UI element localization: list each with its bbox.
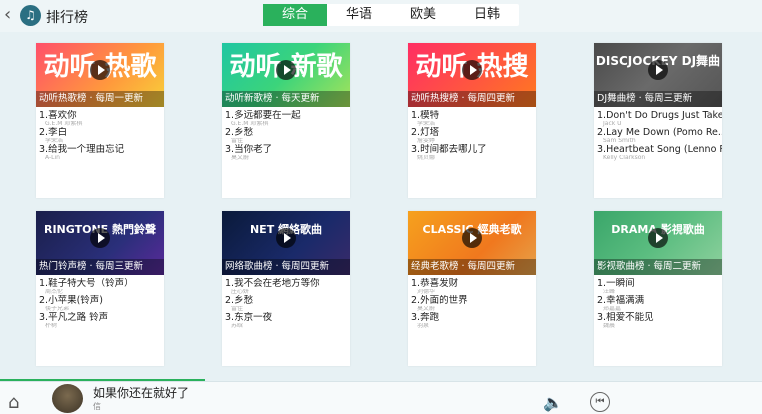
list-item[interactable]: 1.我不会在老地方等你 庄心妍 (225, 278, 350, 295)
chart-cover[interactable]: 动听 新歌 动听新歌榜 · 每天更新 (222, 43, 350, 107)
list-item[interactable]: 1.模特 李荣浩 (411, 110, 536, 127)
list-item[interactable]: 1.鞋子特大号（铃声） 周杰伦 (39, 278, 164, 295)
chart-cover[interactable]: NET 網絡歌曲 网络歌曲榜 · 每周四更新 (222, 211, 350, 275)
list-item[interactable]: 2.小苹果(铃声) 筷子兄弟 (39, 295, 164, 312)
avatar[interactable] (52, 384, 83, 413)
list-item[interactable]: 1.Don't Do Drugs Just Take... Jack U (597, 110, 722, 127)
chart-cover[interactable]: 动听 热搜 动听热搜榜 · 每周四更新 (408, 43, 536, 107)
play-icon[interactable] (276, 60, 296, 80)
list-item[interactable]: 2.Lay Me Down (Pomo Re... Sam Smith (597, 127, 722, 144)
tab-huayu[interactable]: 华语 (327, 4, 391, 26)
list-item[interactable]: 2.李白 李荣浩 (39, 127, 164, 144)
back-arrow-icon[interactable]: ‹ (4, 6, 16, 24)
top-bar: ‹ ♫ 排行榜 综合 华语 欧美 日韩 (0, 0, 762, 32)
play-icon[interactable] (90, 228, 110, 248)
play-icon[interactable] (276, 228, 296, 248)
category-tabs: 综合 华语 欧美 日韩 (263, 4, 519, 26)
chart-cover[interactable]: RINGTONE 熱門鈴聲 热门铃声榜 · 每周三更新 (36, 211, 164, 275)
list-item[interactable]: 3.东京一夜 苏晗 (225, 312, 350, 329)
chart-cover[interactable]: DRAMA 影視歌曲 影视歌曲榜 · 每周二更新 (594, 211, 722, 275)
list-item[interactable]: 3.时间都去哪儿了 姚贝娜 (411, 144, 536, 161)
page-title: 排行榜 (46, 10, 88, 26)
chart-label: 影视歌曲榜 · 每周二更新 (594, 259, 722, 275)
chart-card[interactable]: 动听 新歌 动听新歌榜 · 每天更新 1.多远都要在一起 G.E.M 邓紫棋 2.… (222, 43, 350, 198)
play-icon[interactable] (90, 60, 110, 80)
list-item[interactable]: 1.多远都要在一起 G.E.M 邓紫棋 (225, 110, 350, 127)
chart-cover[interactable]: 动听 热歌 动听热歌榜 · 每周一更新 (36, 43, 164, 107)
chart-label: 热门铃声榜 · 每周三更新 (36, 259, 164, 275)
list-item[interactable]: 2.乡愁 雷佳 (225, 127, 350, 144)
list-item[interactable]: 3.相爱不能见 魏晨 (597, 312, 722, 329)
list-item[interactable]: 1.喜欢你 G.E.M 邓紫棋 (39, 110, 164, 127)
play-icon[interactable] (648, 60, 668, 80)
chart-card[interactable]: DRAMA 影視歌曲 影视歌曲榜 · 每周二更新 1.一瞬间 汪峰 2.幸福满满郑… (594, 211, 722, 366)
chart-card[interactable]: 动听 热搜 动听热搜榜 · 每周四更新 1.模特 李荣浩 2.灯塔 詹雯婷 3.时间… (408, 43, 536, 198)
chart-label: 动听热歌榜 · 每周一更新 (36, 91, 164, 107)
play-icon[interactable] (462, 228, 482, 248)
chart-cover[interactable]: DISCJOCKEY DJ舞曲 DJ舞曲榜 · 每周三更新 (594, 43, 722, 107)
list-item[interactable]: 2.灯塔 詹雯婷 (411, 127, 536, 144)
chart-label: DJ舞曲榜 · 每周三更新 (594, 91, 722, 107)
tab-zonghe[interactable]: 综合 (263, 4, 327, 26)
chart-label: 动听新歌榜 · 每天更新 (222, 91, 350, 107)
list-item[interactable]: 3.给我一个理由忘记 A-Lin (39, 144, 164, 161)
play-icon[interactable] (462, 60, 482, 80)
play-icon[interactable] (648, 228, 668, 248)
previous-icon[interactable]: ⏮ (590, 392, 610, 412)
tab-rihan[interactable]: 日韩 (455, 4, 519, 26)
chart-card[interactable]: 动听 热歌 动听热歌榜 · 每周一更新 1.喜欢你 G.E.M 邓紫棋 2.李白李… (36, 43, 164, 198)
chart-card[interactable]: DISCJOCKEY DJ舞曲 DJ舞曲榜 · 每周三更新 1.Don't Do… (594, 43, 722, 198)
now-playing-artist: 信 (93, 402, 101, 411)
chart-label: 动听热搜榜 · 每周四更新 (408, 91, 536, 107)
list-item[interactable]: 3.奔跑 羽泉 (411, 312, 536, 329)
list-item[interactable]: 2.外面的世界 莫文蔚 (411, 295, 536, 312)
app-logo-icon: ♫ (20, 5, 41, 26)
list-item[interactable]: 1.恭喜发财 刘德华 (411, 278, 536, 295)
list-item[interactable]: 1.一瞬间 汪峰 (597, 278, 722, 295)
list-item[interactable]: 3.Heartbeat Song (Lenno R... Kelly Clarks… (597, 144, 722, 161)
volume-icon[interactable]: 🔈 (543, 393, 563, 412)
list-item[interactable]: 2.乡愁 雷佳 (225, 295, 350, 312)
list-item[interactable]: 2.幸福满满 郑嘉嘉 (597, 295, 722, 312)
list-item[interactable]: 3.当你老了 莫文蔚 (225, 144, 350, 161)
chart-card[interactable]: RINGTONE 熱門鈴聲 热门铃声榜 · 每周三更新 1.鞋子特大号（铃声）周… (36, 211, 164, 366)
list-item[interactable]: 3.平凡之路 铃声 朴树 (39, 312, 164, 329)
chart-label: 经典老歌榜 · 每周四更新 (408, 259, 536, 275)
chart-label: 网络歌曲榜 · 每周四更新 (222, 259, 350, 275)
chart-card[interactable]: NET 網絡歌曲 网络歌曲榜 · 每周四更新 1.我不会在老地方等你 庄心妍 2.… (222, 211, 350, 366)
chart-card[interactable]: CLASSIC 經典老歌 经典老歌榜 · 每周四更新 1.恭喜发财 刘德华 2.外… (408, 211, 536, 366)
now-playing-title: 如果你还在就好了 (93, 386, 190, 400)
tab-oumei[interactable]: 欧美 (391, 4, 455, 26)
home-icon[interactable]: ⌂ (8, 392, 34, 414)
chart-cover[interactable]: CLASSIC 經典老歌 经典老歌榜 · 每周四更新 (408, 211, 536, 275)
